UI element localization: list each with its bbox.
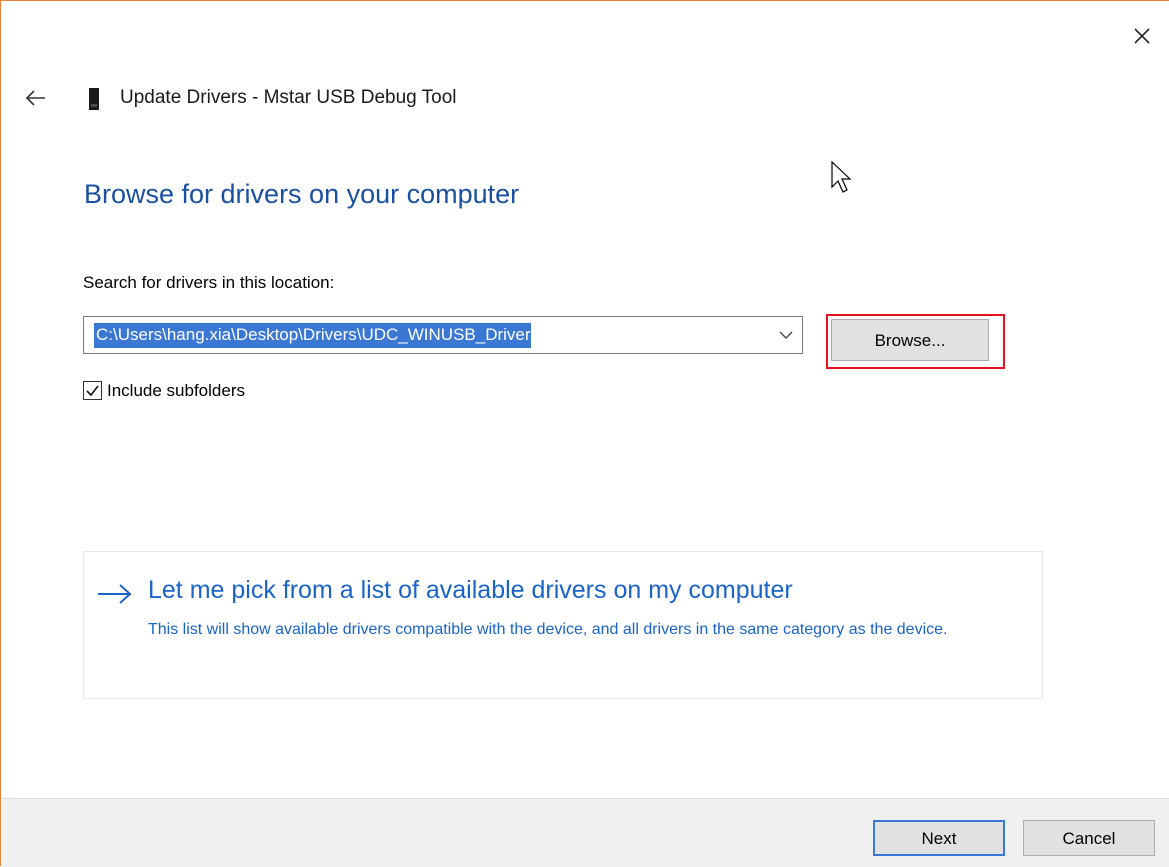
pick-from-list-option[interactable]: Let me pick from a list of available dri… xyxy=(83,551,1043,699)
back-button[interactable] xyxy=(23,87,51,109)
pick-from-list-description: This list will show available drivers co… xyxy=(148,621,948,638)
location-label: Search for drivers in this location: xyxy=(83,273,335,292)
back-arrow-icon xyxy=(25,90,45,106)
cancel-button[interactable]: Cancel xyxy=(1023,820,1155,856)
chevron-down-icon xyxy=(779,331,793,339)
driver-path-value[interactable]: C:\Users\hang.xia\Desktop\Drivers\UDC_WI… xyxy=(94,323,531,348)
right-arrow-icon xyxy=(98,584,132,604)
dropdown-button[interactable] xyxy=(776,325,796,345)
next-button[interactable]: Next xyxy=(873,820,1005,856)
pick-from-list-title[interactable]: Let me pick from a list of available dri… xyxy=(148,576,793,605)
include-subfolders-label[interactable]: Include subfolders xyxy=(107,381,245,401)
page-title: Browse for drivers on your computer xyxy=(84,179,520,209)
window-title: Update Drivers - Mstar USB Debug Tool xyxy=(120,87,457,108)
dialog-window: Update Drivers - Mstar USB Debug Tool Br… xyxy=(0,0,1169,867)
browse-button[interactable]: Browse... xyxy=(831,319,989,361)
mouse-pointer-icon xyxy=(831,161,852,193)
usb-device-icon xyxy=(89,88,99,110)
include-subfolders-checkbox[interactable] xyxy=(83,381,102,400)
checkmark-icon xyxy=(86,385,99,397)
close-icon xyxy=(1134,28,1150,44)
close-button[interactable] xyxy=(1129,23,1155,49)
driver-path-combobox[interactable]: C:\Users\hang.xia\Desktop\Drivers\UDC_WI… xyxy=(83,316,803,354)
